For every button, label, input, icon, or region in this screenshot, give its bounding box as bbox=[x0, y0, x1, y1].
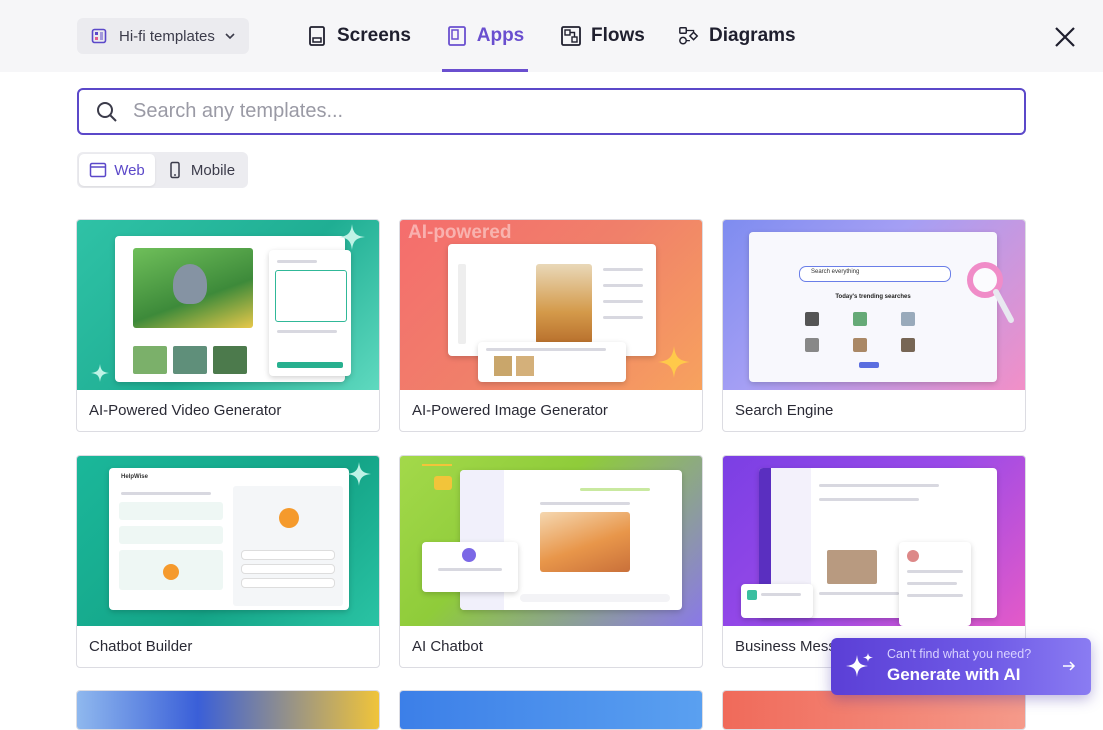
search-bar bbox=[77, 88, 1026, 135]
diagrams-icon bbox=[679, 27, 699, 45]
template-card-ai-chatbot[interactable]: AI Chatbot bbox=[399, 455, 703, 668]
browser-icon bbox=[89, 162, 107, 178]
close-icon[interactable] bbox=[1052, 24, 1078, 50]
mock-panel bbox=[269, 250, 351, 376]
generate-ai-label: Generate with AI bbox=[887, 665, 1021, 684]
thumb-brand-text: HelpWise bbox=[121, 474, 148, 480]
tab-apps-label: Apps bbox=[476, 25, 525, 46]
template-card-partial[interactable] bbox=[76, 690, 380, 730]
search-input[interactable] bbox=[131, 99, 995, 124]
template-card-video-generator[interactable]: AI-Powered Video Generator bbox=[76, 219, 380, 432]
mock-window: HelpWise bbox=[109, 468, 349, 610]
tab-flows-label: Flows bbox=[591, 25, 645, 46]
card-title: AI-Powered Video Generator bbox=[89, 402, 282, 419]
template-card-business-messenger[interactable]: Business Messenger bbox=[722, 455, 1026, 668]
search-icon bbox=[97, 101, 117, 122]
thumb-watermark-text: AI-powered bbox=[408, 222, 512, 243]
mock-prompt bbox=[478, 342, 626, 382]
arrow-right-icon bbox=[1063, 661, 1076, 671]
tab-screens-label: Screens bbox=[337, 25, 411, 46]
card-thumbnail bbox=[723, 456, 1025, 626]
thumb-sub-text: Today's trending searches bbox=[835, 294, 911, 300]
modal-header: Hi-fi templates Screens Apps Flows Diagr… bbox=[0, 0, 1103, 72]
template-card-chatbot-builder[interactable]: HelpWise Chatbot Builder bbox=[76, 455, 380, 668]
sparkle-icon bbox=[339, 224, 365, 250]
tab-apps[interactable]: Apps bbox=[442, 0, 528, 72]
template-card-partial[interactable] bbox=[722, 690, 1026, 730]
tab-diagrams-label: Diagrams bbox=[709, 25, 796, 46]
card-thumbnail: HelpWise bbox=[77, 456, 379, 626]
card-title: Chatbot Builder bbox=[89, 638, 193, 655]
thumb-search-text: Search everything bbox=[811, 269, 860, 275]
template-card-search-engine[interactable]: Search everything Today's trending searc… bbox=[722, 219, 1026, 432]
template-card-partial[interactable] bbox=[399, 690, 703, 730]
apps-icon bbox=[447, 26, 466, 46]
chevron-down-icon bbox=[225, 33, 235, 40]
mock-window: Search everything Today's trending searc… bbox=[749, 232, 997, 382]
platform-web-label: Web bbox=[114, 161, 145, 179]
template-card-image-generator[interactable]: AI-powered AI-Powered Image Generator bbox=[399, 219, 703, 432]
sparkle-icon bbox=[658, 346, 690, 378]
card-thumbnail bbox=[400, 691, 702, 729]
magnifier-icon bbox=[967, 262, 1014, 323]
generate-ai-subtitle: Can't find what you need? bbox=[887, 647, 1032, 661]
platform-toggle: Web Mobile bbox=[77, 152, 248, 188]
sparkle-icon bbox=[91, 364, 109, 382]
template-type-select[interactable]: Hi-fi templates bbox=[77, 18, 249, 54]
tab-flows[interactable]: Flows bbox=[560, 0, 645, 72]
layout-icon bbox=[91, 28, 107, 44]
mock-window bbox=[448, 244, 656, 356]
tab-diagrams[interactable]: Diagrams bbox=[678, 0, 796, 72]
platform-mobile-label: Mobile bbox=[190, 161, 236, 179]
card-thumbnail bbox=[723, 691, 1025, 729]
card-thumbnail bbox=[77, 220, 379, 390]
generate-with-ai-button[interactable]: Can't find what you need? Generate with … bbox=[831, 638, 1091, 695]
sparkle-icon bbox=[846, 653, 873, 677]
card-title: Search Engine bbox=[735, 402, 834, 419]
mock-dialog bbox=[422, 542, 518, 592]
platform-mobile-button[interactable]: Mobile bbox=[155, 154, 246, 186]
template-type-label: Hi-fi templates bbox=[119, 27, 215, 45]
card-thumbnail bbox=[400, 456, 702, 626]
tab-screens[interactable]: Screens bbox=[306, 0, 411, 72]
card-thumbnail bbox=[77, 691, 379, 729]
screen-icon bbox=[309, 26, 325, 46]
sparkle-icon bbox=[347, 462, 371, 486]
card-thumbnail: Search everything Today's trending searc… bbox=[723, 220, 1025, 390]
card-title: AI Chatbot bbox=[412, 638, 483, 655]
card-title: AI-Powered Image Generator bbox=[412, 402, 608, 419]
phone-icon bbox=[170, 161, 180, 179]
platform-web-button[interactable]: Web bbox=[79, 154, 155, 186]
card-thumbnail: AI-powered bbox=[400, 220, 702, 390]
mock-panel bbox=[899, 542, 971, 626]
mock-toast bbox=[741, 584, 813, 618]
flows-icon bbox=[561, 26, 581, 46]
